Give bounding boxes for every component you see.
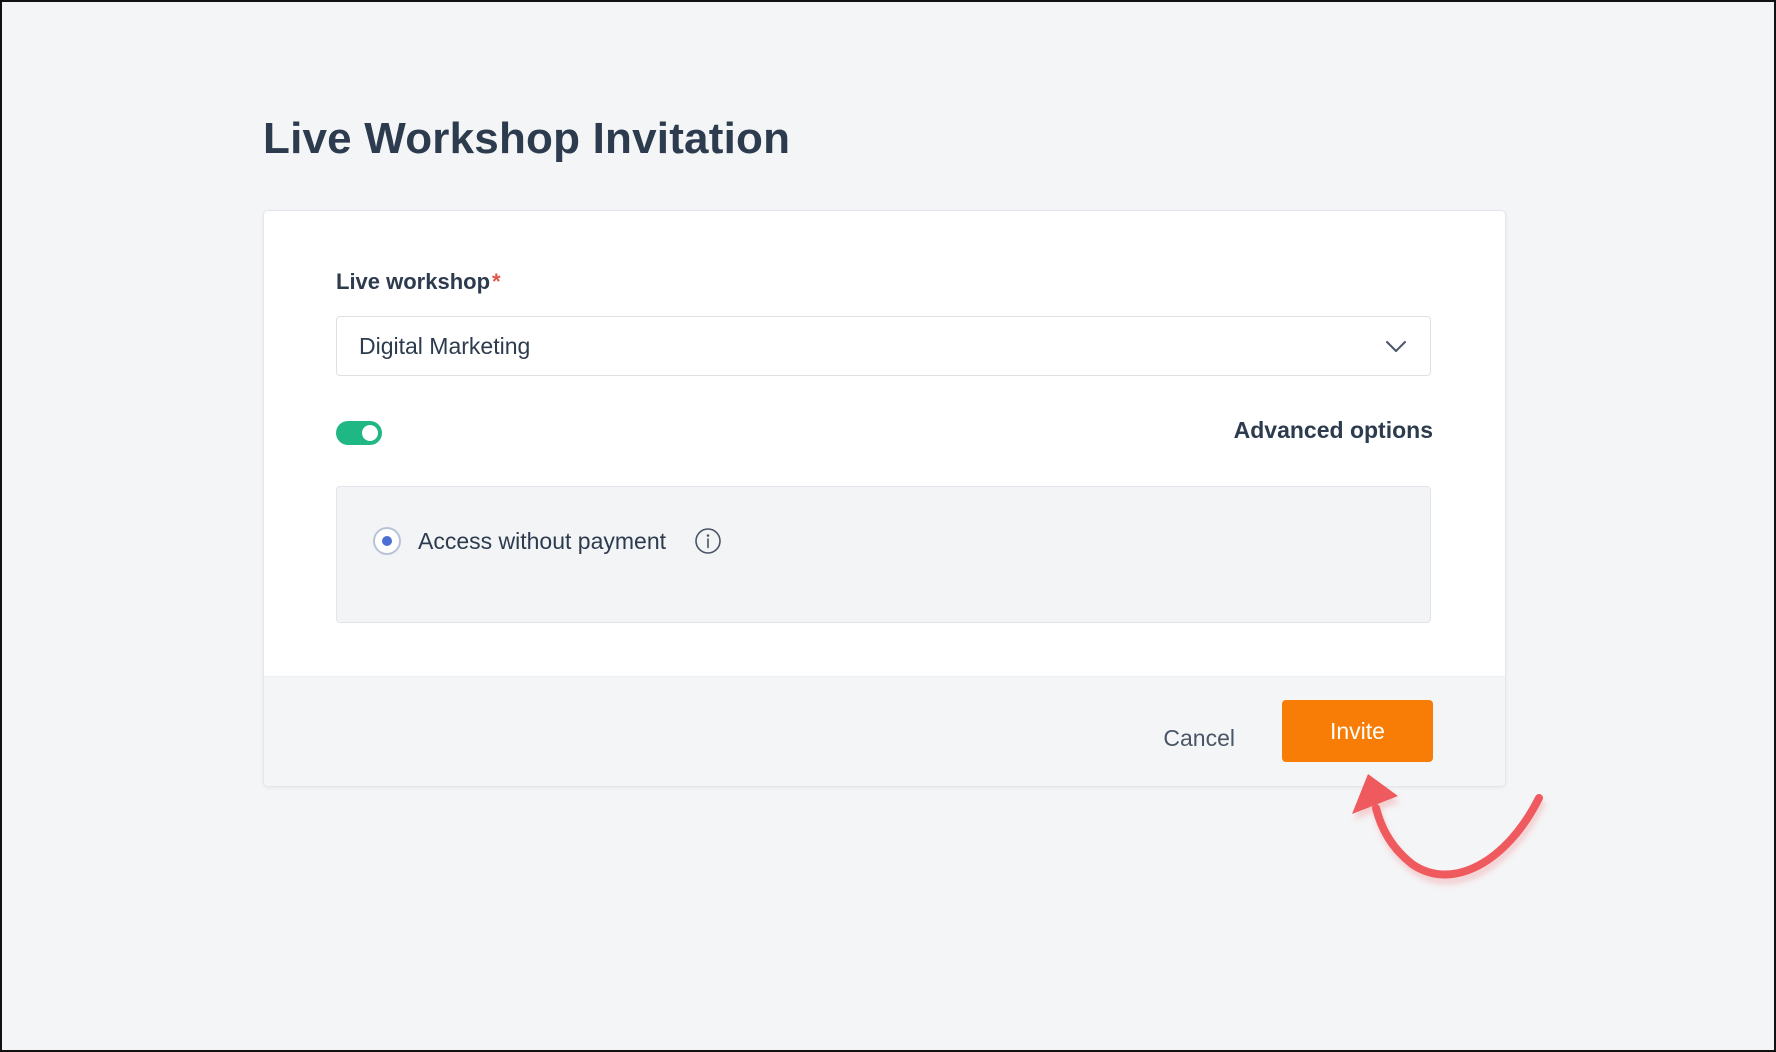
workshop-label-text: Live workshop	[336, 269, 491, 294]
cancel-button[interactable]: Cancel	[1163, 707, 1235, 769]
access-without-payment-radio[interactable]	[373, 527, 401, 555]
page-title: Live Workshop Invitation	[263, 114, 791, 163]
radio-selected-dot	[382, 536, 392, 546]
invite-button[interactable]: Invite	[1282, 700, 1433, 762]
advanced-options-panel: Access without payment	[336, 486, 1431, 623]
workshop-select[interactable]: Digital Marketing	[336, 316, 1431, 376]
card-footer: Cancel Invite	[264, 676, 1505, 786]
access-without-payment-label[interactable]: Access without payment	[418, 527, 666, 555]
required-asterisk: *	[492, 269, 501, 294]
toggle-knob	[362, 425, 378, 441]
workshop-select-value: Digital Marketing	[359, 332, 531, 359]
workshop-field-label: Live workshop*	[336, 269, 501, 295]
advanced-options-label: Advanced options	[1233, 417, 1433, 443]
invitation-card: Live workshop* Digital Marketing Advance…	[263, 210, 1506, 787]
advanced-options-toggle[interactable]	[336, 421, 382, 445]
info-icon[interactable]	[694, 527, 722, 555]
chevron-down-icon	[1384, 334, 1408, 358]
